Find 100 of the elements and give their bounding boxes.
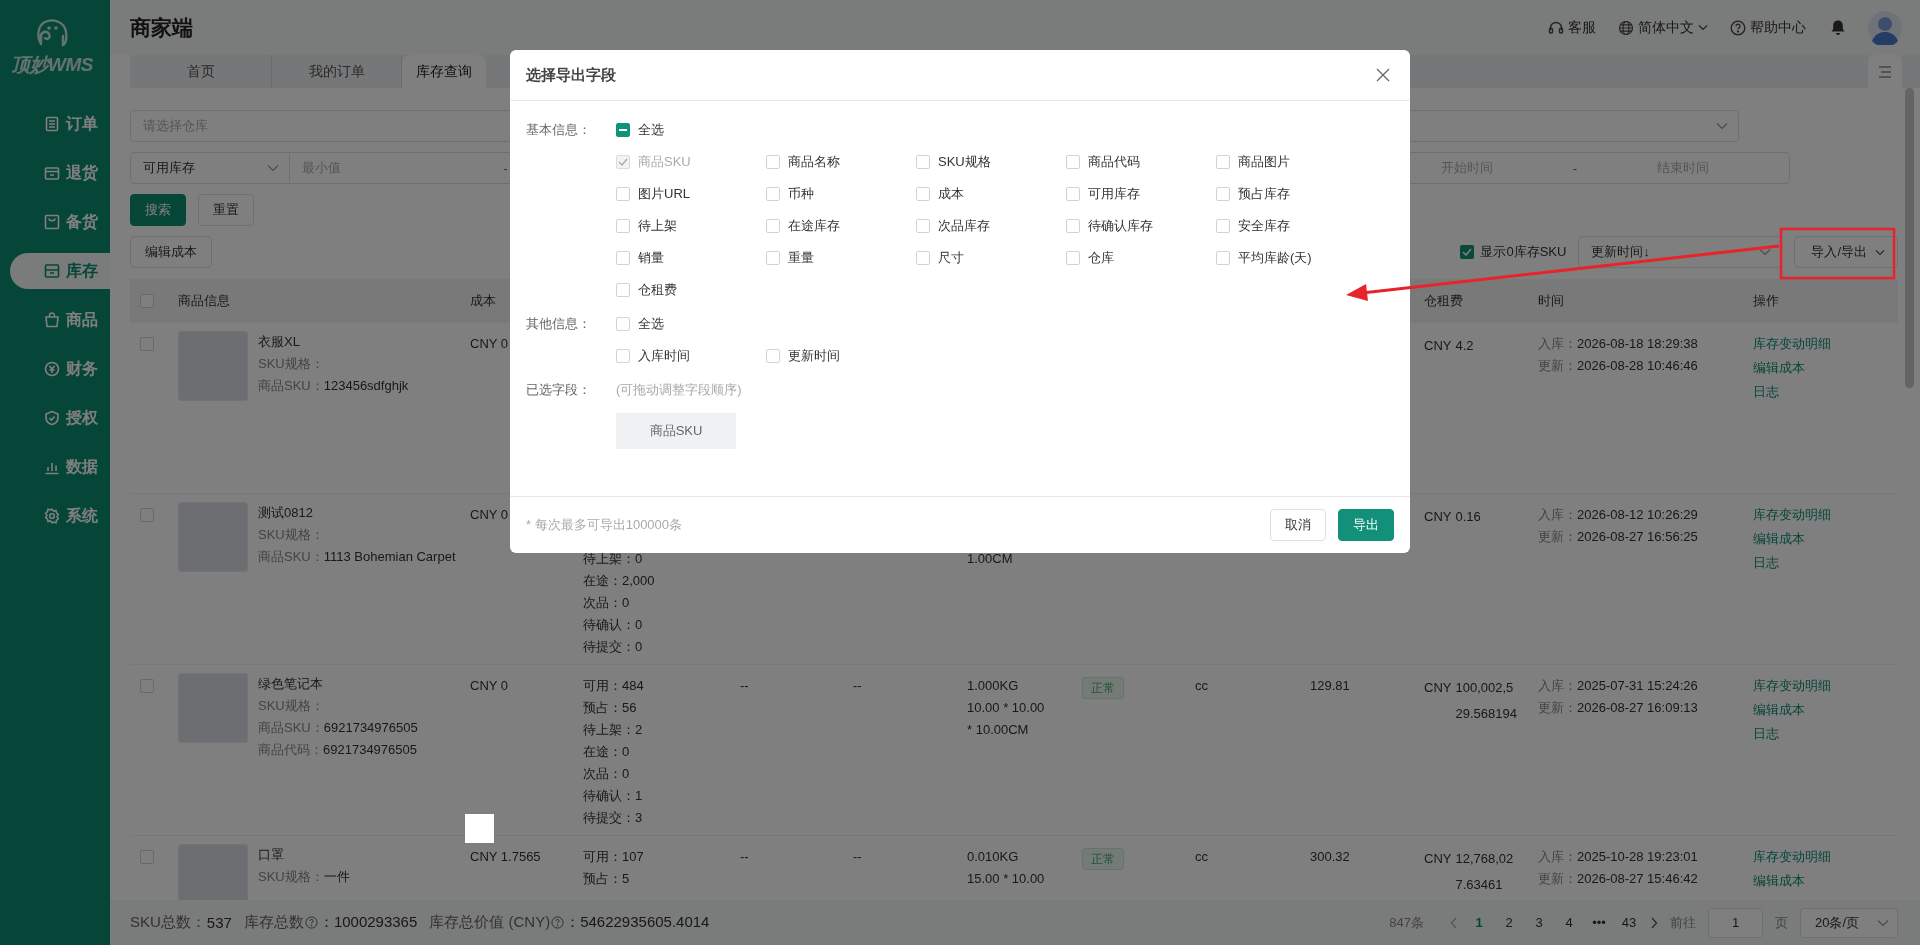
field-checkbox[interactable]: 商品名称 bbox=[766, 151, 916, 173]
stock-quantity: 可用：107 bbox=[583, 848, 644, 866]
chevron-right-icon[interactable] bbox=[1650, 916, 1658, 929]
action-link[interactable]: 库存变动明细 bbox=[1753, 675, 1831, 697]
language-select[interactable]: 简体中文 bbox=[1618, 18, 1708, 37]
page-button[interactable]: 1 bbox=[1470, 915, 1488, 930]
summary-stat: SKU总数：537 bbox=[130, 913, 232, 932]
cost-value: CNY 1.7565 bbox=[470, 848, 541, 866]
action-link[interactable]: 编辑成本 bbox=[1753, 357, 1805, 379]
field-checkbox[interactable]: 安全库存 bbox=[1216, 215, 1366, 237]
column-header: 操作 bbox=[1753, 292, 1780, 310]
row-checkbox[interactable] bbox=[140, 850, 154, 864]
select-all-checkbox[interactable] bbox=[140, 294, 154, 308]
customer-service-link[interactable]: 客服 bbox=[1548, 18, 1596, 37]
show-zero-stock-checkbox[interactable]: 显示0库存SKU bbox=[1460, 243, 1567, 261]
action-link[interactable]: 编辑成本 bbox=[1753, 528, 1805, 550]
sidebar-item[interactable]: 库存 bbox=[10, 253, 110, 289]
field-checkbox[interactable]: 尺寸 bbox=[916, 247, 1066, 269]
action-link[interactable]: 日志 bbox=[1753, 552, 1779, 574]
edit-cost-button[interactable]: 编辑成本 bbox=[130, 236, 212, 268]
field-checkbox[interactable]: 仓库 bbox=[1066, 247, 1216, 269]
action-link[interactable]: 库存变动明细 bbox=[1753, 504, 1831, 526]
action-link[interactable]: 日志 bbox=[1753, 381, 1779, 403]
field-checkbox[interactable]: 待上架 bbox=[616, 215, 766, 237]
help-icon bbox=[1730, 19, 1746, 36]
cancel-button[interactable]: 取消 bbox=[1270, 509, 1326, 541]
help-icon bbox=[551, 916, 565, 929]
sidebar-item[interactable]: 商品 bbox=[10, 302, 110, 338]
menu-button[interactable] bbox=[1868, 55, 1902, 88]
help-center-link[interactable]: 帮助中心 bbox=[1730, 18, 1806, 37]
row-checkbox[interactable] bbox=[140, 508, 154, 522]
product-name: 测试0812 bbox=[258, 504, 314, 522]
field-checkbox[interactable]: 次品库存 bbox=[916, 215, 1066, 237]
field-checkbox[interactable]: 平均库龄(天) bbox=[1216, 247, 1366, 269]
chevron-left-icon[interactable] bbox=[1450, 916, 1458, 929]
export-button[interactable]: 导出 bbox=[1338, 509, 1394, 541]
page-size-select[interactable]: 20条/页 bbox=[1800, 907, 1898, 938]
page-button[interactable]: 2 bbox=[1500, 915, 1518, 930]
action-link[interactable]: 库存变动明细 bbox=[1753, 333, 1831, 355]
field-checkbox[interactable]: 图片URL bbox=[616, 183, 766, 205]
chevron-down-icon bbox=[1698, 24, 1708, 31]
sidebar-item[interactable]: 备货 bbox=[10, 204, 110, 240]
section-label: 已选字段： bbox=[526, 381, 592, 399]
tab[interactable]: 库存查询 bbox=[402, 55, 486, 88]
product-detail: 商品SKU：1113 Bohemian Carpet bbox=[258, 548, 456, 566]
page-button[interactable]: 3 bbox=[1530, 915, 1548, 930]
field-checkbox[interactable]: 更新时间 bbox=[766, 345, 916, 367]
globe-icon bbox=[1618, 19, 1634, 36]
dimension-value: 15.00 * 10.00 bbox=[967, 870, 1045, 888]
sidebar-item[interactable]: 财务 bbox=[10, 351, 110, 387]
selected-field-chip[interactable]: 商品SKU bbox=[616, 413, 736, 449]
close-icon[interactable] bbox=[1376, 68, 1390, 82]
select-all-checkbox[interactable]: 全选 bbox=[616, 119, 1366, 141]
field-checkbox[interactable]: 可用库存 bbox=[1066, 183, 1216, 205]
action-link[interactable]: 编辑成本 bbox=[1753, 699, 1805, 721]
warehouse-name: cc bbox=[1195, 677, 1208, 695]
page-button[interactable]: 43 bbox=[1620, 915, 1638, 930]
summary-stat: 库存总数 ：1000293365 bbox=[243, 913, 418, 932]
sidebar-item[interactable]: 系统 bbox=[10, 498, 110, 534]
dimension-value: 1.00CM bbox=[967, 550, 1013, 568]
action-link[interactable]: 编辑成本 bbox=[1753, 870, 1805, 892]
blank-square bbox=[465, 814, 494, 843]
field-checkbox[interactable]: SKU规格 bbox=[916, 151, 1066, 173]
field-checkbox[interactable]: 待确认库存 bbox=[1066, 215, 1216, 237]
sidebar-item[interactable]: 订单 bbox=[10, 106, 110, 142]
stock-quantity: 待上架：2 bbox=[583, 721, 643, 739]
page-number-field[interactable]: 1 bbox=[1708, 907, 1763, 938]
field-checkbox[interactable]: 商品代码 bbox=[1066, 151, 1216, 173]
field-checkbox[interactable]: 币种 bbox=[766, 183, 916, 205]
sidebar-item[interactable]: 数据 bbox=[10, 449, 110, 485]
field-checkbox[interactable]: 销量 bbox=[616, 247, 766, 269]
time-value: 入库：2026-08-18 18:29:38 bbox=[1538, 335, 1698, 353]
export-limit-note: * 每次最多可导出100000条 bbox=[526, 516, 683, 534]
stock-type-select[interactable]: 可用库存 bbox=[130, 152, 290, 184]
select-all-checkbox[interactable]: 全选 bbox=[616, 313, 1366, 335]
field-checkbox[interactable]: 成本 bbox=[916, 183, 1066, 205]
action-link[interactable]: 日志 bbox=[1753, 723, 1779, 745]
import-export-button[interactable]: 导入/导出 bbox=[1794, 236, 1898, 268]
bell-icon[interactable] bbox=[1830, 19, 1846, 36]
field-checkbox[interactable]: 商品图片 bbox=[1216, 151, 1366, 173]
chevron-down-icon bbox=[1759, 248, 1772, 256]
avatar-icon[interactable] bbox=[1868, 10, 1902, 45]
row-checkbox[interactable] bbox=[140, 679, 154, 693]
page-button[interactable]: 4 bbox=[1560, 915, 1578, 930]
sidebar-item[interactable]: 退货 bbox=[10, 155, 110, 191]
scrollbar[interactable] bbox=[1905, 88, 1914, 388]
tab[interactable]: 首页 bbox=[130, 55, 272, 88]
field-checkbox[interactable]: 在途库存 bbox=[766, 215, 916, 237]
help-icon bbox=[304, 916, 318, 929]
column-header: 仓租费 bbox=[1424, 292, 1464, 310]
page-button[interactable]: ••• bbox=[1590, 915, 1608, 930]
field-checkbox[interactable]: 重量 bbox=[766, 247, 916, 269]
field-checkbox[interactable]: 入库时间 bbox=[616, 345, 766, 367]
field-checkbox[interactable]: 仓租费 bbox=[616, 279, 766, 301]
sidebar-item[interactable]: 授权 bbox=[10, 400, 110, 436]
search-button[interactable]: 搜索 bbox=[130, 194, 186, 226]
reset-button[interactable]: 重置 bbox=[198, 194, 254, 226]
action-link[interactable]: 库存变动明细 bbox=[1753, 846, 1831, 868]
field-checkbox[interactable]: 预占库存 bbox=[1216, 183, 1366, 205]
row-checkbox[interactable] bbox=[140, 337, 154, 351]
